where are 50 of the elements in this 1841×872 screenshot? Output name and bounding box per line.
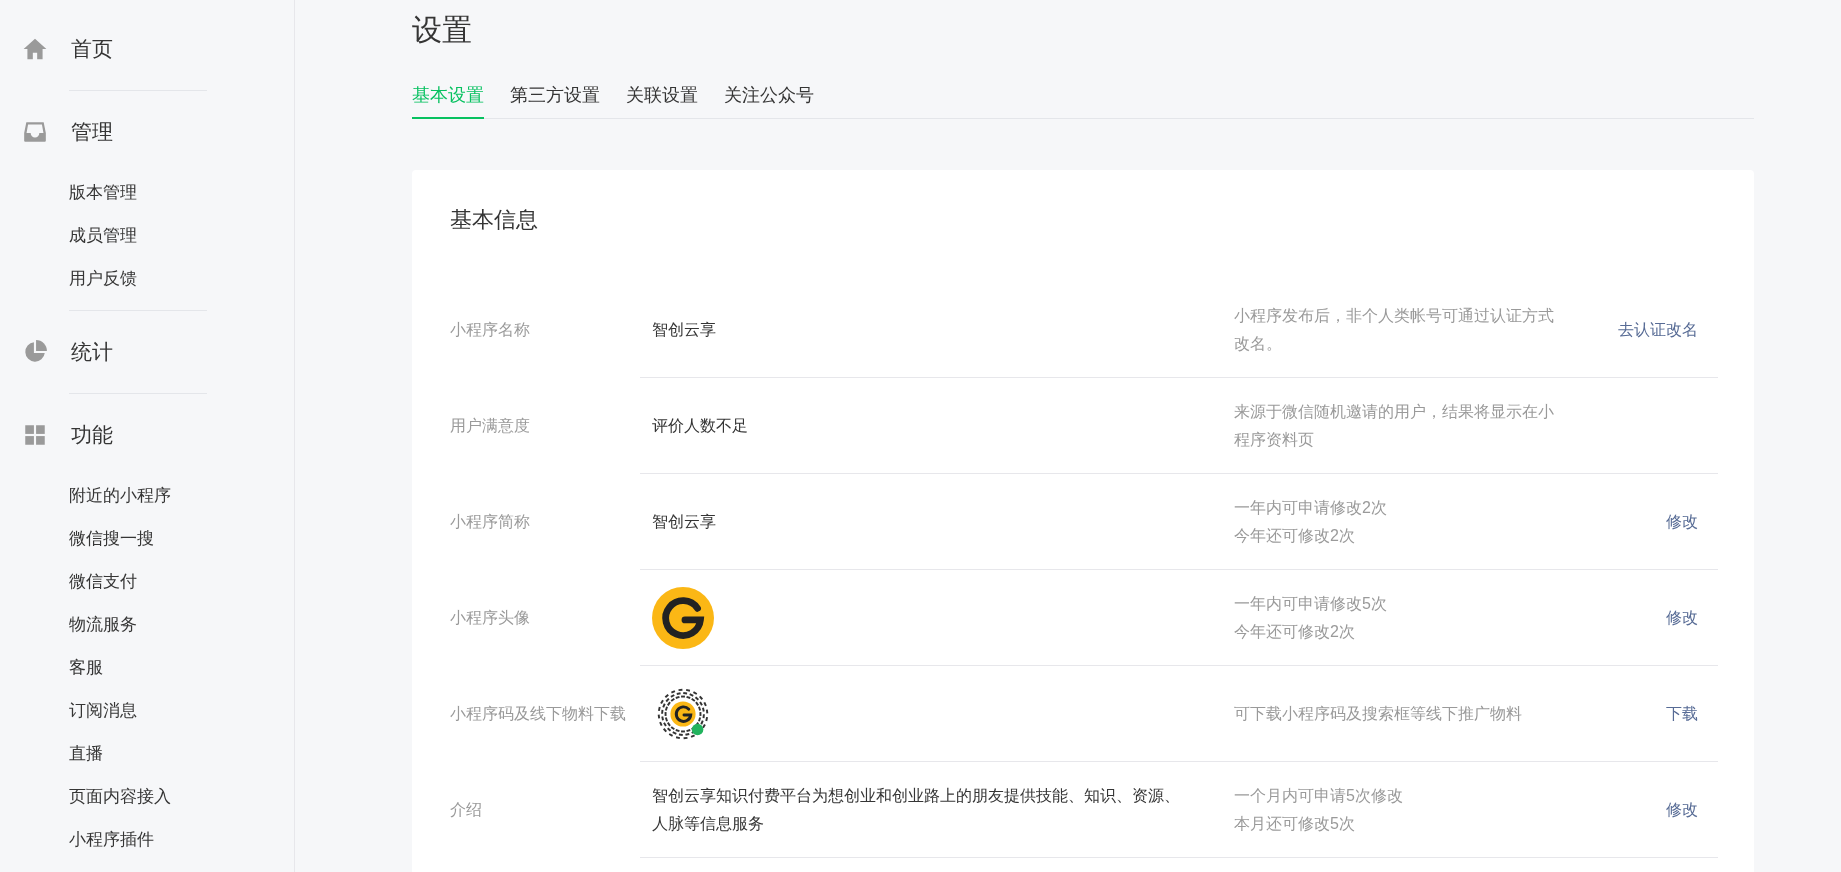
sidebar-item[interactable]: 成员管理 xyxy=(69,214,137,257)
sidebar-item[interactable]: 微信搜一搜 xyxy=(69,517,154,560)
sidebar-item[interactable]: 直播 xyxy=(69,732,103,775)
action-link[interactable]: 修改 xyxy=(1666,797,1698,822)
avatar-image xyxy=(652,586,714,649)
sidebar-item[interactable]: 小程序插件 xyxy=(69,818,154,861)
tab[interactable]: 关注公众号 xyxy=(724,82,814,119)
action-link[interactable]: 修改 xyxy=(1666,509,1698,534)
sidebar-section-link[interactable]: 首页 xyxy=(71,33,113,65)
sidebar-section-link[interactable]: 统计 xyxy=(71,336,113,368)
field-label: 小程序名称 xyxy=(450,320,530,340)
field-description: 可下载小程序码及搜索框等线下推广物料 xyxy=(1234,703,1523,724)
field-label: 小程序头像 xyxy=(450,608,530,628)
field-value: 评价人数不足 xyxy=(652,415,748,436)
action-link[interactable]: 修改 xyxy=(1666,605,1698,630)
field-label: 小程序简称 xyxy=(450,512,530,532)
inbox-icon xyxy=(22,119,48,145)
field-description: 今年还可修改2次 xyxy=(1234,621,1356,642)
sidebar-section-link[interactable]: 功能 xyxy=(71,419,113,451)
field-label: 介绍 xyxy=(450,800,482,820)
tab[interactable]: 关联设置 xyxy=(626,82,698,119)
field-description: 来源于微信随机邀请的用户，结果将显示在小程序资料页 xyxy=(1234,401,1554,450)
sidebar-item[interactable]: 微信支付 xyxy=(69,560,137,603)
sidebar-item[interactable]: 页面内容接入 xyxy=(69,775,171,818)
tab[interactable]: 第三方设置 xyxy=(510,82,600,119)
grid-icon xyxy=(22,422,48,448)
sidebar-item[interactable]: 客服 xyxy=(69,646,103,689)
sidebar-item[interactable]: 物流服务 xyxy=(69,603,137,646)
sidebar-item[interactable]: 用户反馈 xyxy=(69,257,137,300)
field-label: 用户满意度 xyxy=(450,416,530,436)
sidebar-item[interactable]: 订阅消息 xyxy=(69,689,137,732)
card-title: 基本信息 xyxy=(450,206,538,234)
field-value: 智创云享 xyxy=(652,511,716,532)
field-description: 一个月内可申请5次修改 xyxy=(1234,785,1404,806)
field-label: 小程序码及线下物料下载 xyxy=(450,704,626,724)
home-icon xyxy=(22,36,48,62)
sidebar-section-link[interactable]: 管理 xyxy=(71,116,113,148)
field-description: 一年内可申请修改2次 xyxy=(1234,497,1388,518)
field-description: 本月还可修改5次 xyxy=(1234,813,1356,834)
action-link[interactable]: 去认证改名 xyxy=(1618,317,1698,342)
action-link[interactable]: 下载 xyxy=(1666,701,1698,726)
pie-chart-icon xyxy=(22,339,48,365)
page-title: 设置 xyxy=(412,12,472,48)
field-value: 智创云享知识付费平台为想创业和创业路上的朋友提供技能、知识、资源、人脉等信息服务 xyxy=(652,785,1181,834)
field-value: 智创云享 xyxy=(652,319,716,340)
sidebar-item[interactable]: 附近的小程序 xyxy=(69,474,171,517)
field-description: 今年还可修改2次 xyxy=(1234,525,1356,546)
sidebar-item[interactable]: 版本管理 xyxy=(69,171,137,214)
field-description: 一年内可申请修改5次 xyxy=(1234,593,1388,614)
field-description: 小程序发布后，非个人类帐号可通过认证方式改名。 xyxy=(1234,305,1554,354)
